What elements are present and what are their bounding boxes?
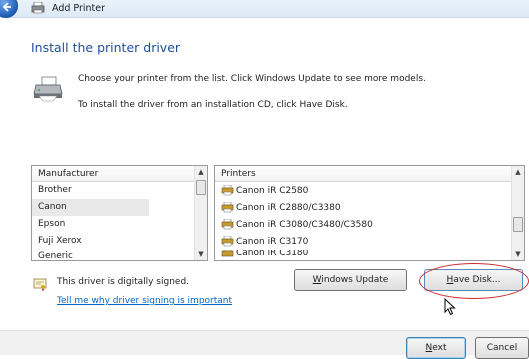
printer-driver-icon [221, 236, 234, 247]
list-item[interactable]: Canon iR C2880/C3380 [215, 199, 524, 216]
back-button[interactable] [0, 0, 18, 18]
highlight-ellipse [419, 263, 529, 299]
signing-status: This driver is digitally signed. [57, 277, 190, 287]
scroll-up-icon[interactable]: ▲ [195, 166, 207, 178]
mouse-cursor-icon [444, 298, 456, 316]
printer-driver-icon [221, 250, 234, 256]
printer-name: Canon iR C3080/C3480/C3580 [236, 219, 373, 230]
printers-scrollbar[interactable]: ▲ ▼ [511, 166, 524, 260]
list-item[interactable]: Fuji Xerox [32, 233, 207, 250]
printer-icon [31, 2, 45, 14]
scroll-up-icon[interactable]: ▲ [512, 166, 524, 178]
windows-update-button[interactable]: Windows Update [294, 269, 407, 291]
list-item[interactable]: Epson [32, 216, 207, 233]
title-bar: Add Printer [0, 0, 529, 18]
printers-header: Printers [215, 166, 524, 182]
printer-driver-icon [221, 202, 234, 213]
printer-name: Canon iR C2580 [236, 185, 309, 196]
printer-name: Canon iR C2880/C3380 [236, 202, 341, 213]
back-arrow-icon [2, 2, 11, 12]
footer-bar: Next Cancel [0, 330, 529, 359]
cancel-button[interactable]: Cancel [475, 337, 529, 359]
list-item-selected[interactable]: Canon [32, 199, 149, 216]
driver-signing-link[interactable]: Tell me why driver signing is important [57, 296, 232, 306]
description-line-2: To install the driver from an installati… [78, 100, 348, 110]
printer-name: Canon iR C3180 [236, 250, 309, 258]
certificate-icon [33, 278, 47, 291]
printer-icon [33, 76, 63, 102]
printer-driver-icon [221, 185, 234, 196]
list-item[interactable]: Canon iR C3080/C3480/C3580 [215, 216, 524, 233]
scroll-down-icon[interactable]: ▼ [512, 248, 524, 260]
manufacturer-scrollbar[interactable]: ▲ ▼ [194, 166, 207, 260]
scroll-thumb[interactable] [513, 217, 523, 232]
list-item[interactable]: Canon iR C3170 [215, 233, 524, 250]
printer-name: Canon iR C3170 [236, 236, 309, 247]
description-line-1: Choose your printer from the list. Click… [78, 74, 426, 84]
list-item[interactable]: Canon iR C3180 [215, 250, 524, 258]
list-item[interactable]: Canon iR C2580 [215, 182, 524, 199]
windows-update-label: indows Update [321, 275, 389, 285]
scroll-thumb[interactable] [196, 180, 206, 195]
scroll-down-icon[interactable]: ▼ [195, 248, 207, 260]
cancel-label: Cancel [486, 343, 518, 353]
page-title: Install the printer driver [31, 40, 181, 55]
printers-list[interactable]: Printers Canon iR C2580 Canon iR C2880/C… [214, 165, 525, 261]
next-button[interactable]: Next [406, 337, 466, 359]
list-item[interactable]: Generic [32, 250, 207, 258]
list-item[interactable]: Brother [32, 182, 207, 199]
manufacturer-header: Manufacturer [32, 166, 207, 182]
printer-driver-icon [221, 219, 234, 230]
next-label: ext [432, 343, 447, 353]
manufacturer-list[interactable]: Manufacturer Brother Canon Epson Fuji Xe… [31, 165, 208, 261]
window-title: Add Printer [52, 3, 106, 14]
